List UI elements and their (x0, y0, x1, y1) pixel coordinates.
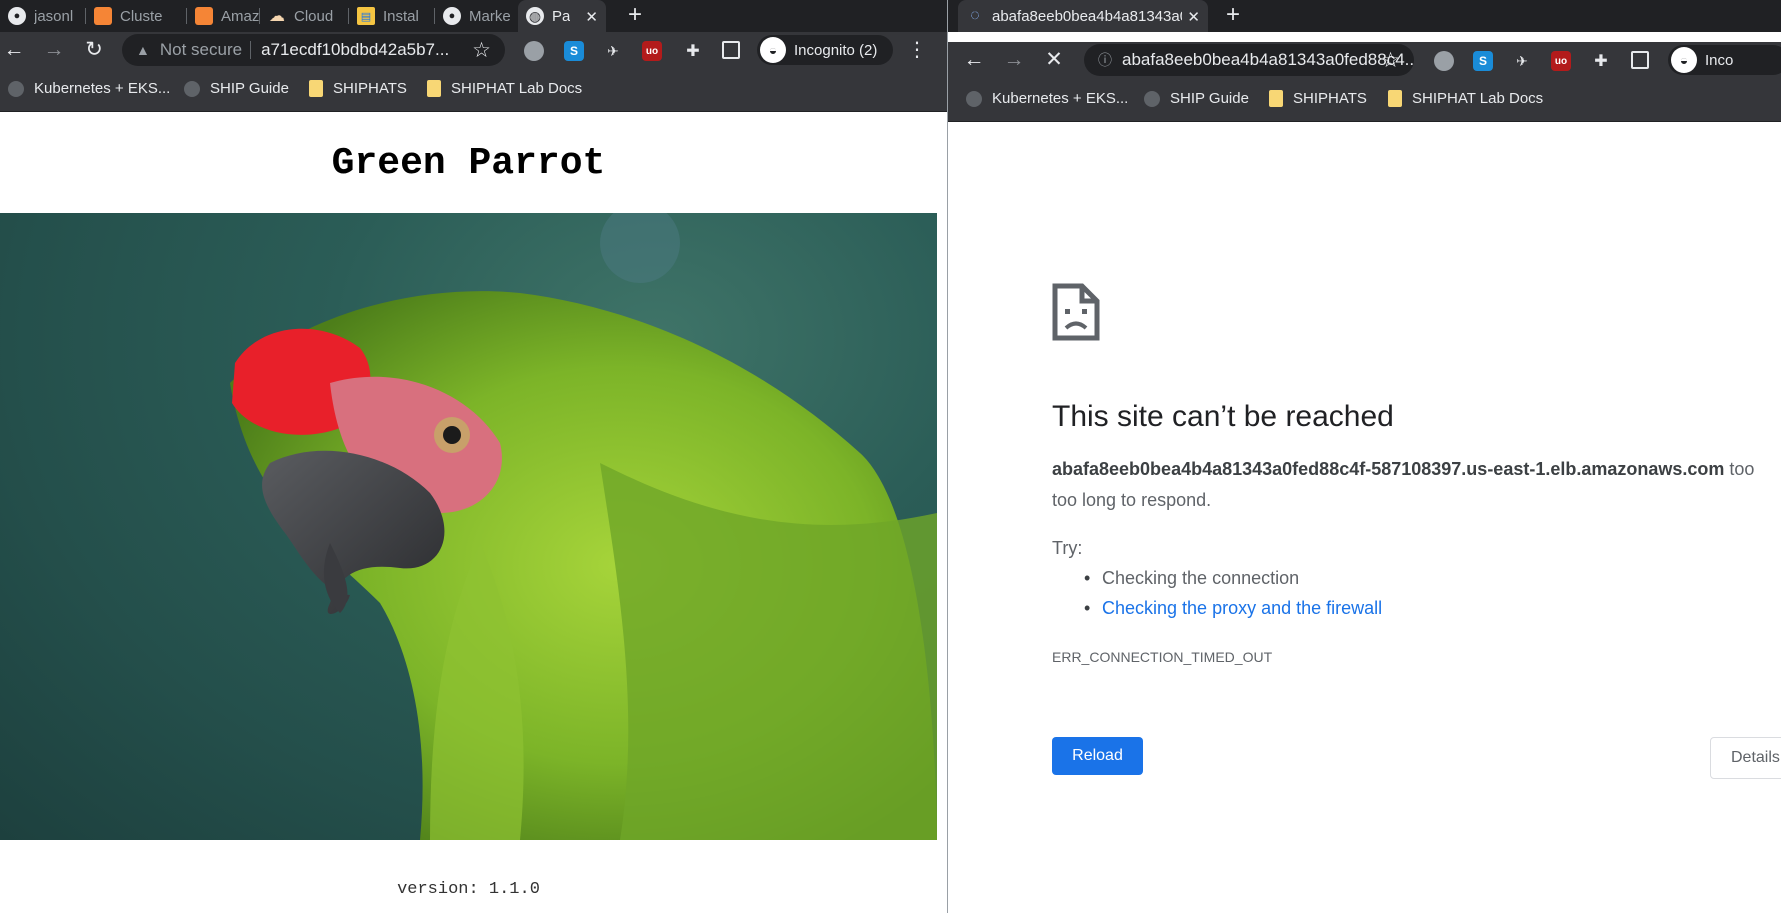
tab-aws-amazon[interactable]: Amaz (187, 0, 259, 32)
tab-install[interactable]: ▤ Instal (349, 0, 434, 32)
version-label: version: 1.1.0 (397, 880, 540, 899)
bookmark-folder-shiphat-lab-docs[interactable]: SHIPHAT Lab Docs (1388, 90, 1543, 107)
aws-icon (195, 7, 213, 25)
address-bar[interactable]: ⓘ abafa8eeb0bea4b4a81343a0fed88c4... ☆ (1084, 44, 1414, 76)
tab-strip: ● jasonl Cluste Amaz ☁ Cloud ▤ Instal ● … (0, 0, 947, 32)
right-browser-window: ◌ abafa8eeb0bea4b4a81343a0fed8 ✕ + ← → ✕… (948, 0, 1781, 913)
incognito-profile-button[interactable]: ◒ Inco (1668, 45, 1781, 75)
suggestion-check-connection: Checking the connection (1052, 568, 1382, 598)
ublock-icon[interactable]: uo (642, 41, 662, 61)
loading-icon: ◌ (970, 7, 980, 24)
incognito-icon: ◒ (1671, 47, 1697, 73)
bookmark-kubernetes[interactable]: Kubernetes + EKS... (8, 80, 170, 97)
extensions-puzzle-icon[interactable]: ✚ (1591, 51, 1611, 71)
bookmark-folder-shiphat-lab-docs[interactable]: SHIPHAT Lab Docs (427, 80, 582, 97)
parrot-image (0, 213, 937, 840)
not-secure-label: Not secure (159, 40, 243, 59)
error-host-line: abafa8eeb0bea4b4a81343a0fed88c4f-5871083… (1052, 459, 1754, 480)
folder-icon (1269, 90, 1283, 107)
bookmark-ship-guide[interactable]: SHIP Guide (1144, 90, 1249, 107)
tab-parrot-active[interactable]: ◍ Pa ✕ (518, 0, 606, 32)
bookmark-star-icon[interactable]: ☆ (472, 38, 491, 63)
extension-s-icon[interactable]: S (564, 41, 584, 61)
incognito-icon: ◒ (760, 37, 786, 63)
left-browser-window: ● jasonl Cluste Amaz ☁ Cloud ▤ Instal ● … (0, 0, 947, 913)
bookmarks-bar: Kubernetes + EKS... SHIP Guide SHIPHATS … (0, 68, 947, 112)
tab-cloud[interactable]: ☁ Cloud (260, 0, 348, 32)
tab-aws-cluster[interactable]: Cluste (86, 0, 186, 32)
globe-icon: ◍ (526, 7, 544, 25)
new-tab-button[interactable]: + (620, 0, 650, 32)
toolbar: ← → ↻ ▲ Not secure a71ecdf10bdbd42a5b7..… (0, 32, 947, 68)
error-code: ERR_CONNECTION_TIMED_OUT (1052, 649, 1273, 665)
error-host-suffix: too (1724, 459, 1755, 479)
bookmark-ship-guide[interactable]: SHIP Guide (184, 80, 289, 97)
github-icon: ● (443, 7, 461, 25)
extension-bird-icon[interactable]: ✈ (603, 41, 623, 61)
details-button[interactable]: Details (1710, 737, 1781, 779)
toolbar: ← → ✕ ⓘ abafa8eeb0bea4b4a81343a0fed88c4.… (948, 42, 1781, 78)
divider (250, 41, 252, 59)
suggestion-check-proxy-link[interactable]: Checking the proxy and the firewall (1052, 598, 1382, 628)
error-title: This site can’t be reached (1052, 400, 1394, 433)
extension-s-icon[interactable]: S (1473, 51, 1493, 71)
reload-button[interactable]: ↻ (80, 36, 108, 64)
globe-icon (184, 80, 200, 97)
reload-page-button[interactable]: Reload (1052, 737, 1143, 775)
tab-github-jasonl[interactable]: ● jasonl (0, 0, 84, 32)
back-button[interactable]: ← (960, 46, 988, 74)
globe-icon (8, 80, 24, 97)
extensions-puzzle-icon[interactable]: ✚ (683, 41, 703, 61)
address-bar[interactable]: ▲ Not secure a71ecdf10bdbd42a5b7... ☆ (122, 34, 505, 66)
page-title: Green Parrot (331, 142, 606, 185)
url-text: a71ecdf10bdbd42a5b7... (261, 40, 450, 59)
globe-icon (966, 90, 982, 107)
forward-button[interactable]: → (1000, 46, 1028, 74)
folder-icon (1388, 90, 1402, 107)
bookmark-folder-shiphats[interactable]: SHIPHATS (1269, 90, 1367, 107)
close-tab-icon[interactable]: ✕ (585, 8, 598, 26)
tab-error-page-active[interactable]: ◌ abafa8eeb0bea4b4a81343a0fed8 ✕ (958, 0, 1208, 32)
side-panel-icon[interactable] (1631, 51, 1649, 69)
folder-icon (309, 80, 323, 97)
new-tab-button[interactable]: + (1218, 0, 1248, 32)
close-tab-icon[interactable]: ✕ (1187, 8, 1200, 26)
kebab-menu-icon[interactable]: ⋮ (907, 36, 927, 64)
forward-button[interactable]: → (40, 36, 68, 64)
globe-icon (1144, 90, 1160, 107)
bookmark-kubernetes[interactable]: Kubernetes + EKS... (966, 90, 1128, 107)
suggestion-list: Checking the connection Checking the pro… (1052, 568, 1382, 628)
extension-bird-icon[interactable]: ✈ (1512, 51, 1532, 71)
back-button[interactable]: ← (0, 36, 28, 64)
parrot-illustration (230, 213, 937, 840)
sad-document-icon (1052, 283, 1100, 341)
error-message: too long to respond. (1052, 490, 1212, 510)
bookmark-folder-shiphats[interactable]: SHIPHATS (309, 80, 407, 97)
url-text: abafa8eeb0bea4b4a81343a0fed88c4... (1122, 50, 1414, 69)
cloud-icon: ☁ (269, 8, 285, 25)
info-icon: ⓘ (1098, 52, 1112, 68)
ublock-icon[interactable]: uo (1551, 51, 1571, 71)
bookmarks-bar: Kubernetes + EKS... SHIP Guide SHIPHATS … (948, 78, 1781, 122)
folder-icon (427, 80, 441, 97)
github-icon: ● (8, 7, 26, 25)
stop-loading-button[interactable]: ✕ (1040, 46, 1068, 74)
tab-strip: ◌ abafa8eeb0bea4b4a81343a0fed8 ✕ + (948, 0, 1781, 32)
aws-icon (94, 7, 112, 25)
bookmark-star-icon[interactable]: ☆ (1381, 48, 1400, 73)
tab-github-marketplace[interactable]: ● Marke (435, 0, 510, 32)
warning-icon: ▲ (136, 42, 150, 58)
side-panel-icon[interactable] (722, 41, 740, 59)
try-label: Try: (1052, 538, 1083, 558)
error-host: abafa8eeb0bea4b4a81343a0fed88c4f-5871083… (1052, 459, 1725, 479)
extension-gray-icon[interactable] (1434, 51, 1454, 71)
incognito-profile-button[interactable]: ◒ Incognito (2) (757, 35, 893, 65)
extension-gray-icon[interactable] (524, 41, 544, 61)
docs-icon: ▤ (357, 7, 375, 25)
